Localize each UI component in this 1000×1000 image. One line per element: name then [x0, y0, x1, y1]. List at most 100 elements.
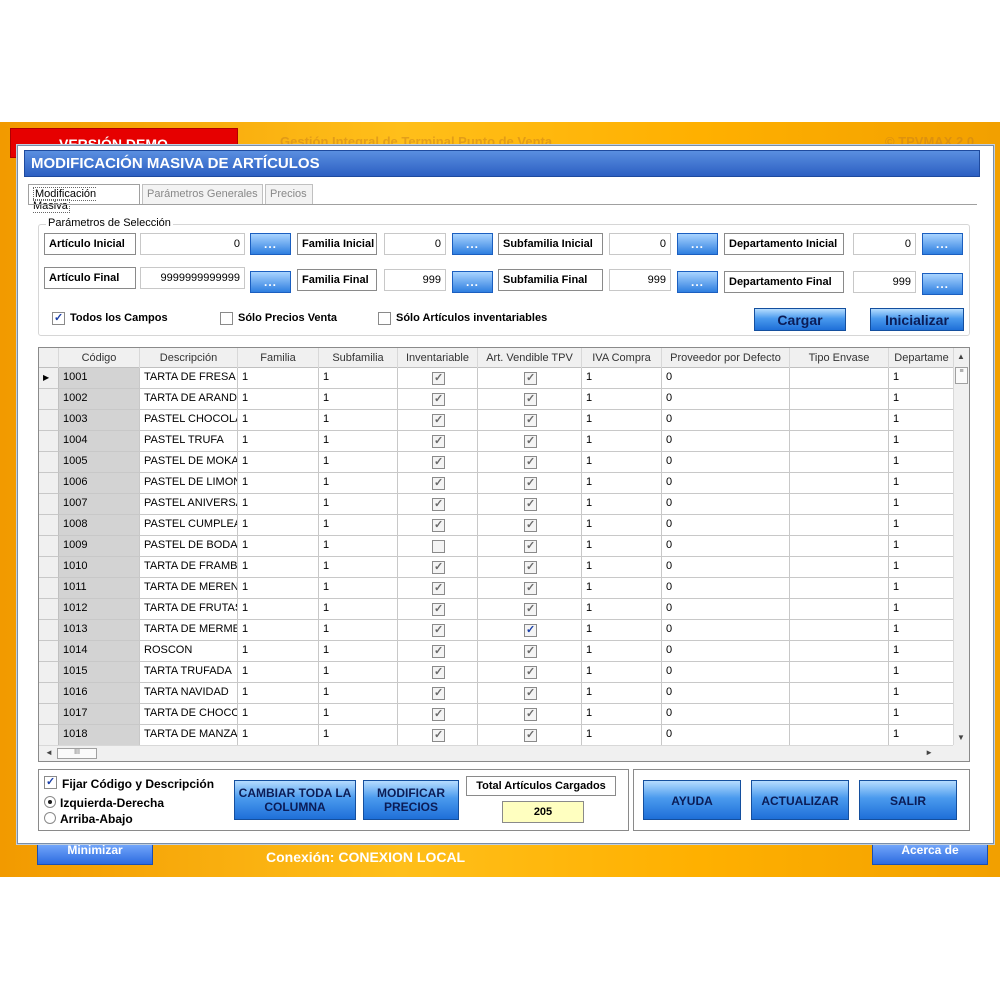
inventariable-checkbox[interactable] [432, 476, 445, 490]
inventariable-cell[interactable] [398, 683, 478, 704]
vendible-checkbox[interactable] [524, 644, 537, 658]
tab-modificacion-masiva[interactable]: Modificación Masiva [28, 184, 140, 213]
table-row[interactable]: 1005PASTEL DE MOKA11101 [39, 452, 955, 473]
row-selector[interactable] [39, 641, 59, 662]
proveedor-cell[interactable]: 0 [662, 662, 790, 683]
descripcion-cell[interactable]: TARTA TRUFADA [140, 662, 238, 683]
departamento-cell[interactable]: 1 [889, 704, 955, 725]
iva-cell[interactable]: 1 [582, 578, 662, 599]
descripcion-cell[interactable]: PASTEL DE LIMON [140, 473, 238, 494]
inventariable-cell[interactable] [398, 641, 478, 662]
inventariable-checkbox[interactable] [432, 623, 445, 637]
table-row[interactable]: 1008PASTEL CUMPLEAÑOS11101 [39, 515, 955, 536]
proveedor-cell[interactable]: 0 [662, 515, 790, 536]
row-selector[interactable] [39, 452, 59, 473]
inventariable-checkbox[interactable] [432, 518, 445, 532]
familia-cell[interactable]: 1 [238, 599, 319, 620]
familia-final-input[interactable]: 999 [384, 269, 446, 291]
envase-cell[interactable] [790, 578, 889, 599]
row-selector[interactable] [39, 683, 59, 704]
departamento-cell[interactable]: 1 [889, 368, 955, 389]
descripcion-cell[interactable]: TARTA DE FRAMBUESA [140, 557, 238, 578]
vendible-checkbox[interactable] [524, 434, 537, 448]
iva-cell[interactable]: 1 [582, 473, 662, 494]
codigo-cell[interactable]: 1003 [59, 410, 140, 431]
iva-cell[interactable]: 1 [582, 725, 662, 746]
proveedor-cell[interactable]: 0 [662, 620, 790, 641]
familia-cell[interactable]: 1 [238, 515, 319, 536]
codigo-cell[interactable]: 1012 [59, 599, 140, 620]
scroll-up-arrow-icon[interactable]: ▲ [957, 352, 965, 361]
iva-cell[interactable]: 1 [582, 515, 662, 536]
scroll-right-arrow-icon[interactable]: ► [925, 748, 933, 757]
scroll-down-arrow-icon[interactable]: ▼ [957, 733, 965, 742]
vendible-cell[interactable] [478, 599, 582, 620]
vendible-checkbox[interactable] [524, 707, 537, 721]
descripcion-cell[interactable]: TARTA DE MERENGUE [140, 578, 238, 599]
proveedor-cell[interactable]: 0 [662, 599, 790, 620]
subfamilia-cell[interactable]: 1 [319, 599, 398, 620]
column-header[interactable]: Descripción [140, 348, 238, 368]
subfamilia-cell[interactable]: 1 [319, 662, 398, 683]
table-row[interactable]: 1004PASTEL TRUFA11101 [39, 431, 955, 452]
inventariable-checkbox[interactable] [432, 413, 445, 427]
table-row[interactable]: 1017TARTA DE CHOCOLATE11101 [39, 704, 955, 725]
inventariable-cell[interactable] [398, 515, 478, 536]
vendible-checkbox[interactable] [524, 392, 537, 406]
inventariable-checkbox[interactable] [432, 707, 445, 721]
cargar-button[interactable]: Cargar [754, 308, 846, 331]
descripcion-cell[interactable]: PASTEL TRUFA [140, 431, 238, 452]
familia-final-lookup-button[interactable]: ... [452, 271, 493, 293]
vendible-cell[interactable] [478, 389, 582, 410]
vendible-checkbox[interactable] [524, 413, 537, 427]
table-row[interactable]: 1007PASTEL ANIVERSARIO11101 [39, 494, 955, 515]
row-selector[interactable] [39, 473, 59, 494]
subfamilia-final-input[interactable]: 999 [609, 269, 671, 291]
subfamilia-cell[interactable]: 1 [319, 683, 398, 704]
row-selector[interactable] [39, 704, 59, 725]
departamento-cell[interactable]: 1 [889, 431, 955, 452]
familia-cell[interactable]: 1 [238, 536, 319, 557]
vendible-cell[interactable] [478, 662, 582, 683]
codigo-cell[interactable]: 1010 [59, 557, 140, 578]
descripcion-cell[interactable]: PASTEL DE MOKA [140, 452, 238, 473]
inventariable-checkbox[interactable] [432, 602, 445, 616]
vendible-cell[interactable] [478, 683, 582, 704]
departamento-cell[interactable]: 1 [889, 725, 955, 746]
proveedor-cell[interactable]: 0 [662, 725, 790, 746]
row-selector[interactable] [39, 620, 59, 641]
codigo-cell[interactable]: 1006 [59, 473, 140, 494]
descripcion-cell[interactable]: PASTEL DE BODA [140, 536, 238, 557]
departamento-cell[interactable]: 1 [889, 557, 955, 578]
vendible-cell[interactable] [478, 473, 582, 494]
inventariable-cell[interactable] [398, 557, 478, 578]
salir-button[interactable]: SALIR [859, 780, 957, 820]
solo-precios-checkbox[interactable] [220, 312, 233, 325]
vendible-cell[interactable] [478, 410, 582, 431]
descripcion-cell[interactable]: TARTA DE ARANDANO [140, 389, 238, 410]
departamento-cell[interactable]: 1 [889, 452, 955, 473]
codigo-cell[interactable]: 1018 [59, 725, 140, 746]
envase-cell[interactable] [790, 473, 889, 494]
subfamilia-cell[interactable]: 1 [319, 620, 398, 641]
codigo-cell[interactable]: 1015 [59, 662, 140, 683]
iva-cell[interactable]: 1 [582, 662, 662, 683]
vendible-cell[interactable] [478, 368, 582, 389]
familia-cell[interactable]: 1 [238, 389, 319, 410]
hscroll-thumb[interactable]: III [57, 748, 97, 759]
vendible-checkbox[interactable] [524, 602, 537, 616]
inventariable-checkbox[interactable] [432, 540, 445, 553]
subfamilia-cell[interactable]: 1 [319, 494, 398, 515]
column-header[interactable]: Proveedor por Defecto [662, 348, 790, 368]
inventariable-cell[interactable] [398, 704, 478, 725]
tab-parametros-generales[interactable]: Parámetros Generales [142, 184, 263, 204]
tab-precios[interactable]: Precios [265, 184, 313, 204]
familia-cell[interactable]: 1 [238, 494, 319, 515]
table-row[interactable]: ▶1001TARTA DE FRESA11101 [39, 368, 955, 389]
envase-cell[interactable] [790, 452, 889, 473]
departamento-cell[interactable]: 1 [889, 683, 955, 704]
vendible-checkbox[interactable] [524, 728, 537, 742]
inventariable-checkbox[interactable] [432, 686, 445, 700]
vendible-cell[interactable] [478, 431, 582, 452]
table-row[interactable]: 1018TARTA DE MANZANA11101 [39, 725, 955, 746]
